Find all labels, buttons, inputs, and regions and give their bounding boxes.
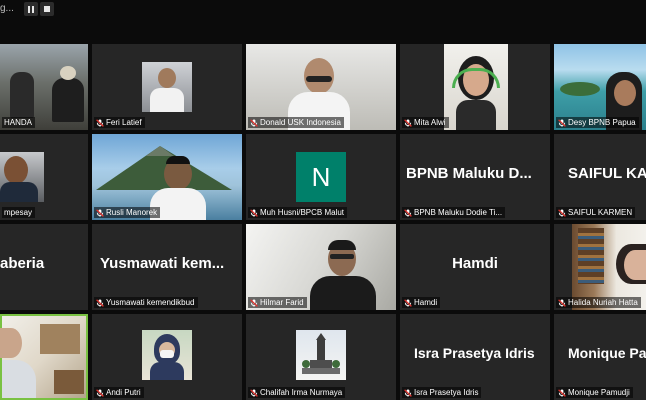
face (614, 80, 636, 106)
participant-tile[interactable]: Andi Putri (92, 314, 242, 400)
participant-tile[interactable]: Feri Latief (92, 44, 242, 130)
participant-display-name: Isra Prasetya Idris (414, 344, 535, 361)
mic-muted-icon (558, 298, 566, 307)
mic-muted-icon (250, 388, 258, 397)
participant-tile[interactable]: N Muh Husni/BPCB Malut (246, 134, 396, 220)
participant-name: Donald USK Indonesia (248, 117, 344, 128)
participant-tile[interactable]: HANDA (0, 44, 88, 130)
monument-picture (302, 333, 340, 374)
shirt (2, 360, 36, 398)
participant-display-name: BPNB Maluku D... (406, 164, 532, 182)
face (0, 328, 22, 358)
participant-name: Halida Nuriah Hatta (556, 297, 641, 308)
face (4, 156, 28, 184)
participant-name: Yusmawati kemendikbud (94, 297, 198, 308)
cabinet (54, 370, 84, 394)
participant-tile[interactable]: Hilmar Farid (246, 224, 396, 310)
person-silhouette (52, 78, 84, 122)
participant-name: Hamdi (402, 297, 441, 308)
window-title: g... (0, 3, 14, 14)
mic-muted-icon (404, 118, 412, 127)
participant-name: Mita Alwi (402, 117, 449, 128)
shirt (310, 276, 376, 310)
hair (166, 156, 190, 164)
island (560, 82, 600, 96)
mic-muted-icon (250, 208, 258, 217)
mic-muted-icon (404, 388, 412, 397)
participant-name: Muh Husni/BPCB Malut (248, 207, 348, 218)
shirt (0, 182, 38, 202)
face (158, 68, 176, 88)
avatar: N (296, 152, 346, 202)
participant-tile[interactable]: Desy BPNB Papua (554, 44, 646, 130)
mic-muted-icon (96, 208, 104, 217)
top-bar: g... (0, 0, 646, 20)
participant-tile[interactable]: Chalifah Irma Nurmaya (246, 314, 396, 400)
participant-display-name: SAIFUL KA (568, 164, 646, 182)
person-silhouette (10, 72, 34, 118)
participant-tile[interactable]: Rusli Manorek (92, 134, 242, 220)
video-grid: HANDA Feri Latief Donald USK Indonesia M… (0, 44, 646, 400)
mic-muted-icon (96, 388, 104, 397)
participant-tile[interactable]: Hamdi Hamdi (400, 224, 550, 310)
participant-name: Hilmar Farid (248, 297, 307, 308)
shirt (456, 100, 496, 130)
mask (160, 350, 174, 358)
participant-tile[interactable]: Monique Pa Monique Pamudji (554, 314, 646, 400)
participant-tile[interactable]: Donald USK Indonesia (246, 44, 396, 130)
stop-icon (44, 6, 50, 12)
participant-name: Chalifah Irma Nurmaya (248, 387, 346, 398)
pause-button[interactable] (24, 2, 38, 16)
participant-name: mpesay (2, 207, 36, 218)
cabinet (40, 324, 80, 354)
pause-icon (28, 5, 30, 13)
hair (328, 240, 356, 250)
participant-tile[interactable]: Mita Alwi (400, 44, 550, 130)
shirt (150, 362, 184, 380)
participant-display-name: Yusmawati kem... (100, 254, 225, 272)
bookshelf (578, 228, 604, 284)
participant-tile[interactable]: BPNB Maluku D... BPNB Maluku Dodie Ti... (400, 134, 550, 220)
participant-display-name: Hamdi (452, 254, 498, 272)
participant-tile[interactable]: aberia (0, 224, 88, 310)
mic-muted-icon (250, 118, 258, 127)
shirt (150, 88, 184, 112)
stop-button[interactable] (40, 2, 54, 16)
participant-name: SAIFUL KARMEN (556, 207, 636, 218)
participant-name: BPNB Maluku Dodie Ti... (402, 207, 506, 218)
participant-name: Isra Prasetya Idris (402, 387, 482, 398)
participant-display-name: Monique Pa (568, 344, 646, 361)
participant-tile[interactable]: SAIFUL KA SAIFUL KARMEN (554, 134, 646, 220)
mic-muted-icon (404, 298, 412, 307)
face (624, 250, 646, 280)
mic-muted-icon (96, 298, 104, 307)
mic-muted-icon (404, 208, 412, 217)
participant-name: Rusli Manorek (94, 207, 161, 218)
participant-tile[interactable]: Yusmawati kem... Yusmawati kemendikbud (92, 224, 242, 310)
hat (60, 66, 76, 80)
glasses (330, 254, 354, 259)
mic-muted-icon (96, 118, 104, 127)
participant-tile-active-speaker[interactable] (0, 314, 88, 400)
participant-name: Andi Putri (94, 387, 144, 398)
participant-display-name: aberia (0, 254, 45, 272)
mic-muted-icon (250, 298, 258, 307)
participant-tile[interactable]: Halida Nuriah Hatta (554, 224, 646, 310)
glasses (306, 76, 332, 82)
participant-tile[interactable]: mpesay (0, 134, 88, 220)
mic-muted-icon (558, 208, 566, 217)
participant-name: Feri Latief (94, 117, 145, 128)
participant-tile[interactable]: Isra Prasetya Idris Isra Prasetya Idris (400, 314, 550, 400)
participant-name: Monique Pamudji (556, 387, 633, 398)
participant-name: Desy BPNB Papua (556, 117, 639, 128)
mic-muted-icon (558, 388, 566, 397)
mic-muted-icon (558, 118, 566, 127)
participant-name: HANDA (2, 117, 36, 128)
